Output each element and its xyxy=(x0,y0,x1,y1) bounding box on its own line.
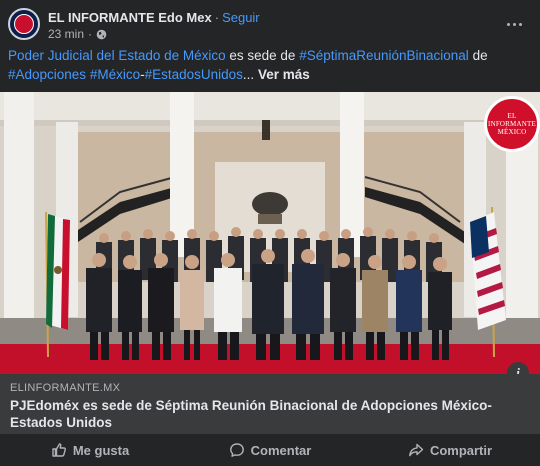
follow-button[interactable]: Seguir xyxy=(222,10,260,25)
link-domain: ELINFORMANTE.MX xyxy=(10,382,121,394)
post-caption: Poder Judicial del Estado de México es s… xyxy=(8,46,532,84)
caption-text: es sede de xyxy=(225,48,300,63)
page-name-row: EL INFORMANTE Edo Mex · Seguir xyxy=(48,10,260,25)
feed-post: EL INFORMANTE Edo Mex · Seguir 23 min · Po… xyxy=(0,0,540,466)
hashtag-link[interactable]: #EstadosUnidos xyxy=(145,67,243,82)
page-avatar[interactable] xyxy=(8,8,40,40)
like-button[interactable]: Me gusta xyxy=(0,434,180,466)
hashtag-link[interactable]: #Adopciones xyxy=(8,67,86,82)
more-options-icon[interactable] xyxy=(500,10,528,38)
watermark-line: EL xyxy=(507,112,517,120)
see-more-link[interactable]: Ver más xyxy=(258,67,310,82)
page-name-link[interactable]: EL INFORMANTE Edo Mex xyxy=(48,10,212,25)
globe-icon[interactable] xyxy=(96,29,107,40)
share-icon xyxy=(409,443,424,457)
watermark-logo: EL INFORMANTE MÉXICO xyxy=(484,96,540,152)
post-photo[interactable] xyxy=(0,92,540,374)
share-label: Compartir xyxy=(429,442,493,458)
link-preview[interactable]: ELINFORMANTE.MX PJEdoméx es sede de Sépt… xyxy=(0,374,540,434)
caption-text: de xyxy=(468,48,488,63)
caption-ellipsis: ... xyxy=(242,67,258,82)
comment-label: Comentar xyxy=(250,442,312,458)
name-separator: · xyxy=(214,10,220,25)
like-label: Me gusta xyxy=(72,442,130,458)
hashtag-link[interactable]: #SéptimaReuniónBinacional xyxy=(299,48,469,63)
avatar-logo xyxy=(14,14,34,34)
post-actions: Me gusta Comentar Compartir xyxy=(0,434,540,466)
post-header: EL INFORMANTE Edo Mex · Seguir 23 min · xyxy=(0,0,540,46)
thumbs-up-icon xyxy=(52,443,66,457)
link-title: PJEdoméx es sede de Séptima Reunión Bina… xyxy=(10,398,492,430)
watermark-line: INFORMANTE xyxy=(488,120,536,128)
comment-icon xyxy=(229,443,244,457)
group-photo-illustration xyxy=(0,92,540,374)
comment-button[interactable]: Comentar xyxy=(180,434,360,466)
hashtag-link[interactable]: #México xyxy=(90,67,140,82)
post-timestamp[interactable]: 23 min xyxy=(48,27,84,41)
watermark-line: MÉXICO xyxy=(497,128,527,136)
caption-mention[interactable]: Poder Judicial del Estado de México xyxy=(8,48,226,63)
share-button[interactable]: Compartir xyxy=(360,434,540,466)
meta-separator: · xyxy=(88,27,93,41)
post-meta: 23 min · xyxy=(48,27,107,41)
